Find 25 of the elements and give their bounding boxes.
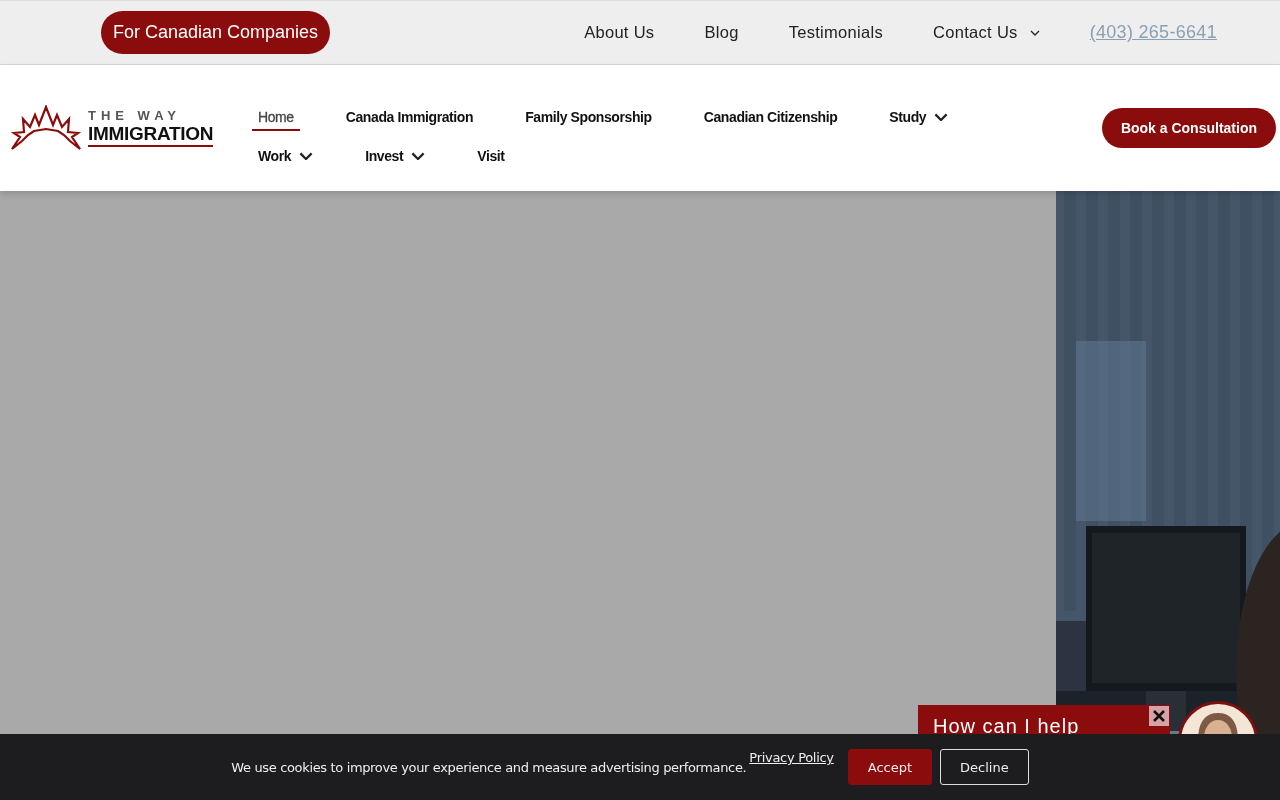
maple-leaf-icon [10,105,82,151]
nav-item[interactable]: Work [252,148,320,170]
nav-item[interactable]: Home [252,109,300,131]
top-nav-link[interactable]: Testimonials [788,23,884,42]
nav-item[interactable]: Invest [359,148,432,170]
nav-item[interactable]: Study [883,109,955,131]
accept-button[interactable]: Accept [847,749,933,785]
logo-wordmark: IMMIGRATION [88,123,214,147]
top-nav-link[interactable]: About Us [584,23,655,42]
chat-bubble[interactable] [918,705,1170,734]
privacy-link[interactable]: Privacy Policy [749,750,834,765]
close-icon [1152,709,1166,723]
cookie-message: We use cookies to improve your experience and measure advertising performance. [231,759,747,775]
logo-tagline: THE WAY [88,109,183,123]
decline-button[interactable]: Decline [940,749,1029,785]
chat-greeting: How can I help [933,715,1080,737]
top-nav-link[interactable]: Contact Us [933,23,1040,42]
close-button[interactable] [1149,706,1169,726]
companies-button[interactable]: For Canadian Companies [101,11,331,54]
nav-item[interactable]: Visit [471,148,511,170]
top-nav-link[interactable]: Blog [704,23,739,42]
nav-item[interactable]: Canada Immigration [339,109,480,131]
consultation-button[interactable]: Book a Consultation [1101,108,1276,148]
nav-item[interactable]: Family Sponsorship [519,109,658,131]
nav-item[interactable]: Canadian Citizenship [697,109,844,131]
